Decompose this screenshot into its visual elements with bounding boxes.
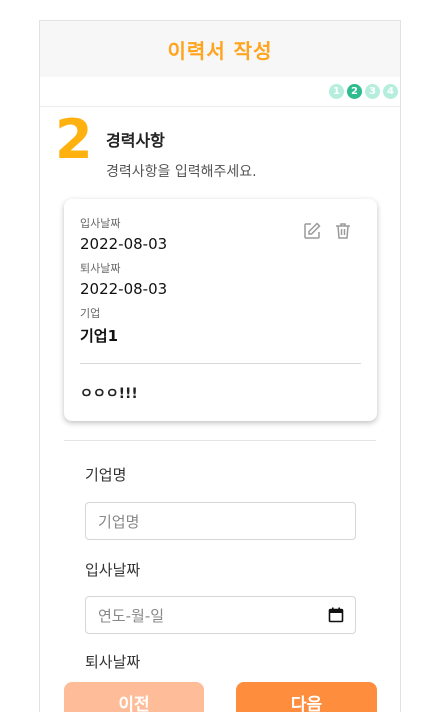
career-memo: ㅇㅇㅇ!!! — [80, 386, 138, 402]
section-title: 경력사항 — [106, 131, 165, 150]
start-date-field-label: 입사날짜 — [85, 561, 141, 579]
calendar-icon[interactable] — [328, 607, 344, 627]
trash-icon[interactable] — [333, 221, 353, 241]
start-date-label: 입사날짜 — [80, 217, 121, 230]
step-3: 3 — [365, 84, 380, 99]
company-name-label: 기업명 — [85, 466, 127, 484]
end-date-field-label: 퇴사날짜 — [85, 653, 141, 671]
prev-button[interactable]: 이전 — [64, 682, 204, 712]
page-title: 이력서 작성 — [167, 38, 273, 63]
section-header: 2 경력사항 경력사항을 입력해주세요. — [40, 107, 400, 187]
company-value: 기업1 — [80, 327, 119, 345]
start-date-placeholder: 연도-월-일 — [98, 606, 165, 625]
company-label: 기업 — [80, 307, 101, 320]
next-button[interactable]: 다음 — [236, 682, 377, 712]
step-2: 2 — [347, 84, 362, 99]
career-card: 입사날짜 2022-08-03 퇴사날짜 2022-08-03 기업 기업1 ㅇ… — [64, 199, 377, 421]
section-number: 2 — [55, 108, 93, 171]
edit-icon[interactable] — [302, 221, 322, 241]
end-date-value: 2022-08-03 — [80, 280, 168, 298]
resume-page: 이력서 작성 1 2 3 4 2 경력사항 경력사항을 입력해주세요. 입사날짜… — [39, 20, 401, 712]
step-1: 1 — [329, 84, 344, 99]
end-date-label: 퇴사날짜 — [80, 262, 121, 275]
company-name-input[interactable]: 기업명 — [85, 502, 356, 540]
company-name-placeholder: 기업명 — [98, 512, 140, 531]
header: 이력서 작성 — [40, 21, 400, 77]
step-indicator: 1 2 3 4 — [40, 77, 400, 107]
step-4: 4 — [383, 84, 398, 99]
card-divider — [80, 363, 361, 364]
start-date-value: 2022-08-03 — [80, 235, 168, 253]
start-date-input[interactable]: 연도-월-일 — [85, 596, 356, 634]
section-divider — [64, 440, 376, 441]
section-subtitle: 경력사항을 입력해주세요. — [106, 164, 257, 180]
